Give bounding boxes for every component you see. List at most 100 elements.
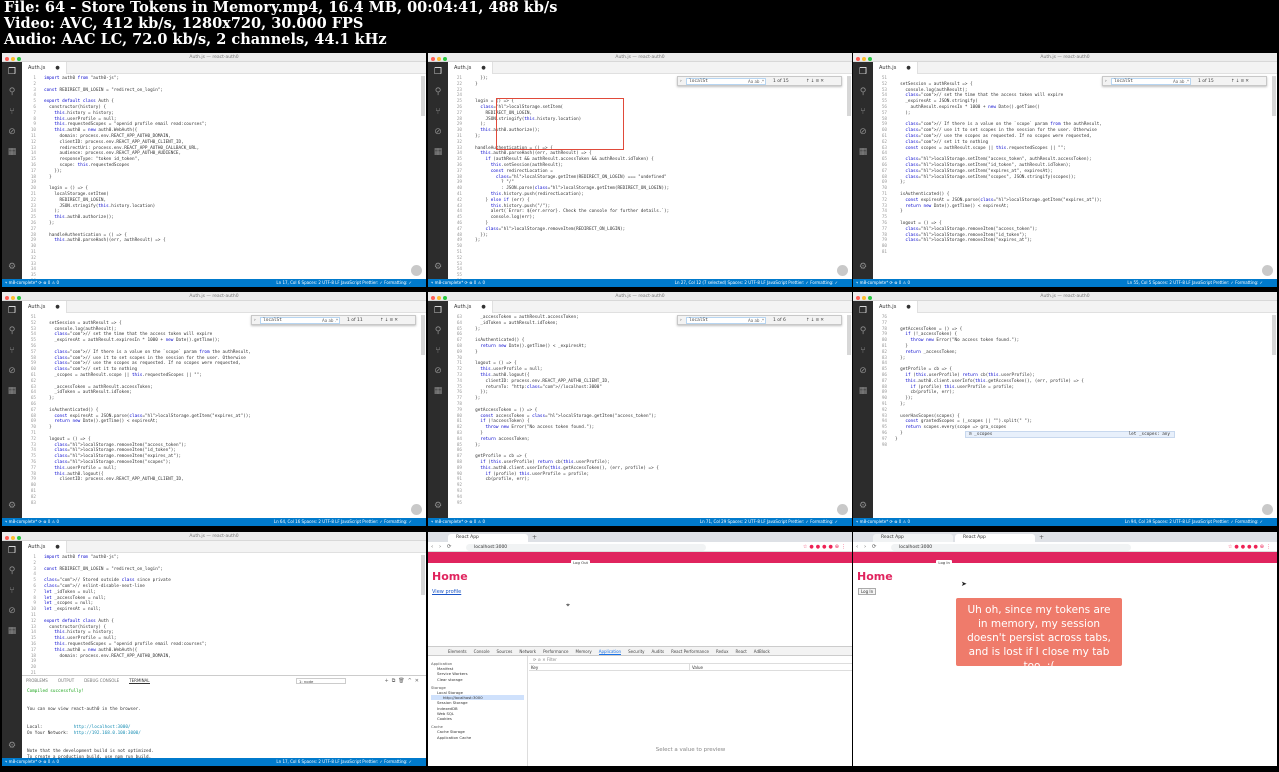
source-control-icon[interactable]: ⑂ bbox=[853, 102, 873, 122]
find-widget[interactable]: › localSt Aa ab .* 1 of 15 ↑↓≡✕ bbox=[1102, 76, 1267, 86]
devtools-tab[interactable]: Memory bbox=[575, 649, 591, 654]
code-lines[interactable]: getAccessToken = () => { if (!_accessTok… bbox=[895, 315, 1269, 448]
nav-buttons[interactable]: ‹ › ⟳ bbox=[431, 542, 454, 552]
gear-icon[interactable]: ⚙ bbox=[2, 496, 22, 516]
search-icon[interactable]: ⚲ bbox=[853, 321, 873, 341]
autocomplete-suggestion[interactable]: ⊡ _scopes let _scopes: any bbox=[965, 431, 1175, 438]
browser-tab[interactable]: React App bbox=[448, 534, 528, 542]
source-control-icon[interactable]: ⑂ bbox=[2, 341, 22, 361]
extensions-icon[interactable]: ▦ bbox=[428, 381, 448, 401]
terminal-output[interactable]: Compiled successfully! You can now view … bbox=[22, 686, 426, 764]
branch-label[interactable]: ⑂ m8-complete* ⟳ ⊗ 0 ⚠ 0 bbox=[431, 519, 485, 524]
panel-tab[interactable]: PROBLEMS bbox=[26, 678, 48, 683]
debug-icon[interactable]: ⊘ bbox=[2, 122, 22, 142]
tab-auth-js[interactable]: Auth.js ● bbox=[22, 541, 67, 553]
editor-scrollbar[interactable] bbox=[847, 315, 851, 355]
code-editor[interactable]: 51 52 53 54 55 56 57 58 59 60 61 62 63 6… bbox=[873, 74, 1277, 279]
editor-scrollbar[interactable] bbox=[1272, 76, 1276, 116]
extensions-icon[interactable]: ▦ bbox=[853, 142, 873, 162]
code-lines[interactable]: setSession = authResult => { console.log… bbox=[895, 76, 1269, 244]
files-icon[interactable]: ❐ bbox=[428, 62, 448, 82]
source-control-icon[interactable]: ⑂ bbox=[2, 581, 22, 601]
editor-scrollbar[interactable] bbox=[847, 76, 851, 116]
editor-scrollbar[interactable] bbox=[421, 555, 425, 595]
files-icon[interactable]: ❐ bbox=[428, 301, 448, 321]
devtools-tab[interactable]: Application bbox=[598, 649, 622, 655]
devtools-tab[interactable]: Network bbox=[519, 649, 536, 654]
search-icon[interactable]: ⚲ bbox=[853, 82, 873, 102]
search-icon[interactable]: ⚲ bbox=[428, 82, 448, 102]
code-editor[interactable]: 51 52 53 54 55 56 57 58 59 60 61 62 63 6… bbox=[22, 313, 426, 518]
source-control-icon[interactable]: ⑂ bbox=[428, 341, 448, 361]
debug-icon[interactable]: ⊘ bbox=[853, 122, 873, 142]
debug-icon[interactable]: ⊘ bbox=[428, 361, 448, 381]
search-icon[interactable]: ⚲ bbox=[2, 561, 22, 581]
editor-scrollbar[interactable] bbox=[421, 315, 425, 355]
code-lines[interactable]: setSession = authResult => { console.log… bbox=[44, 315, 418, 483]
editor-scrollbar[interactable] bbox=[1272, 315, 1276, 355]
branch-label[interactable]: ⑂ m8-complete* ⟳ ⊗ 0 ⚠ 0 bbox=[856, 280, 910, 285]
devtools-tab[interactable]: Performance bbox=[543, 649, 568, 654]
tab-auth-js[interactable]: Auth.js ● bbox=[873, 301, 918, 313]
find-widget[interactable]: › localSt Aa ab .* 1 of 6 ↑↓≡✕ bbox=[677, 315, 842, 325]
panel-tab[interactable]: DEBUG CONSOLE bbox=[84, 678, 119, 683]
find-nav-icons[interactable]: ↑↓≡✕ bbox=[806, 317, 825, 324]
expand-icon[interactable]: › bbox=[1105, 78, 1107, 85]
code-lines[interactable]: import auth0 from "auth0-js"; const REDI… bbox=[44, 76, 418, 244]
find-options[interactable]: Aa ab .* bbox=[322, 317, 338, 324]
code-editor[interactable]: 21 22 23 24 25 26 27 28 29 30 31 32 33 3… bbox=[448, 74, 852, 279]
panel-tab[interactable]: OUTPUT bbox=[58, 678, 74, 683]
tab-auth-js[interactable]: Auth.js ● bbox=[873, 62, 918, 74]
log-in-button[interactable]: Log In bbox=[936, 560, 952, 565]
find-widget[interactable]: › localSt Aa ab .* 1 of 11 ↑↓≡✕ bbox=[251, 315, 416, 325]
devtools-tab[interactable]: AdBlock bbox=[754, 649, 770, 654]
source-control-icon[interactable]: ⑂ bbox=[428, 102, 448, 122]
gear-icon[interactable]: ⚙ bbox=[428, 496, 448, 516]
extensions-icon[interactable]: ▦ bbox=[2, 142, 22, 162]
editor-scrollbar[interactable] bbox=[421, 76, 425, 116]
find-nav-icons[interactable]: ↑↓≡✕ bbox=[806, 78, 825, 85]
find-nav-icons[interactable]: ↑↓≡✕ bbox=[1231, 78, 1250, 85]
files-icon[interactable]: ❐ bbox=[853, 301, 873, 321]
gear-icon[interactable]: ⚙ bbox=[2, 257, 22, 277]
gear-icon[interactable]: ⚙ bbox=[853, 257, 873, 277]
devtools-tab[interactable]: Elements bbox=[448, 649, 467, 654]
address-bar[interactable]: localhost:3000 bbox=[891, 543, 1131, 551]
nav-buttons[interactable]: ‹ › ⟳ bbox=[856, 542, 879, 552]
debug-icon[interactable]: ⊘ bbox=[2, 361, 22, 381]
nav-private-link[interactable]: Private bbox=[512, 561, 529, 572]
source-control-icon[interactable]: ⑂ bbox=[853, 341, 873, 361]
side-cookies[interactable]: Cookies bbox=[431, 716, 524, 721]
expand-icon[interactable]: › bbox=[680, 317, 682, 324]
search-icon[interactable]: ⚲ bbox=[2, 321, 22, 341]
files-icon[interactable]: ❐ bbox=[853, 62, 873, 82]
gear-icon[interactable]: ⚙ bbox=[428, 257, 448, 277]
find-nav-icons[interactable]: ↑↓≡✕ bbox=[380, 317, 399, 324]
branch-label[interactable]: ⑂ m8-complete* ⟳ ⊗ 0 ⚠ 0 bbox=[5, 519, 59, 524]
log-in-page-button[interactable]: Log In bbox=[858, 588, 877, 595]
terminal-tools-icons[interactable]: +⧉🗑^✕ bbox=[385, 676, 423, 686]
find-options[interactable]: Aa ab .* bbox=[1173, 78, 1189, 85]
side-app-cache[interactable]: Application Cache bbox=[431, 735, 524, 740]
find-options[interactable]: Aa ab .* bbox=[748, 78, 764, 85]
debug-icon[interactable]: ⊘ bbox=[2, 601, 22, 621]
filter-input[interactable]: Filter bbox=[547, 657, 557, 662]
tab-auth-js[interactable]: Auth.js ● bbox=[22, 301, 67, 313]
tab-auth-js[interactable]: Auth.js ● bbox=[448, 301, 493, 313]
files-icon[interactable]: ❐ bbox=[2, 62, 22, 82]
find-widget[interactable]: › localSt Aa ab .* 1 of 15 ↑↓≡✕ bbox=[677, 76, 842, 86]
devtools-tab[interactable]: Console bbox=[474, 649, 490, 654]
source-control-icon[interactable]: ⑂ bbox=[2, 102, 22, 122]
code-lines[interactable]: import auth0 from "auth0-js"; const REDI… bbox=[44, 555, 418, 659]
files-icon[interactable]: ❐ bbox=[2, 301, 22, 321]
extensions-icon[interactable]: ▦ bbox=[428, 142, 448, 162]
search-icon[interactable]: ⚲ bbox=[428, 321, 448, 341]
tab-auth-js[interactable]: Auth.js ● bbox=[448, 62, 493, 74]
expand-icon[interactable]: › bbox=[680, 78, 682, 85]
browser-tab-1[interactable]: React App bbox=[873, 534, 953, 542]
nav-courses-link[interactable]: Courses bbox=[541, 561, 561, 572]
devtools-tab[interactable]: React Performance bbox=[671, 649, 709, 654]
branch-label[interactable]: ⑂ m8-complete* ⟳ ⊗ 0 ⚠ 0 bbox=[856, 519, 910, 524]
search-icon[interactable]: ⚲ bbox=[2, 82, 22, 102]
gear-icon[interactable]: ⚙ bbox=[853, 496, 873, 516]
